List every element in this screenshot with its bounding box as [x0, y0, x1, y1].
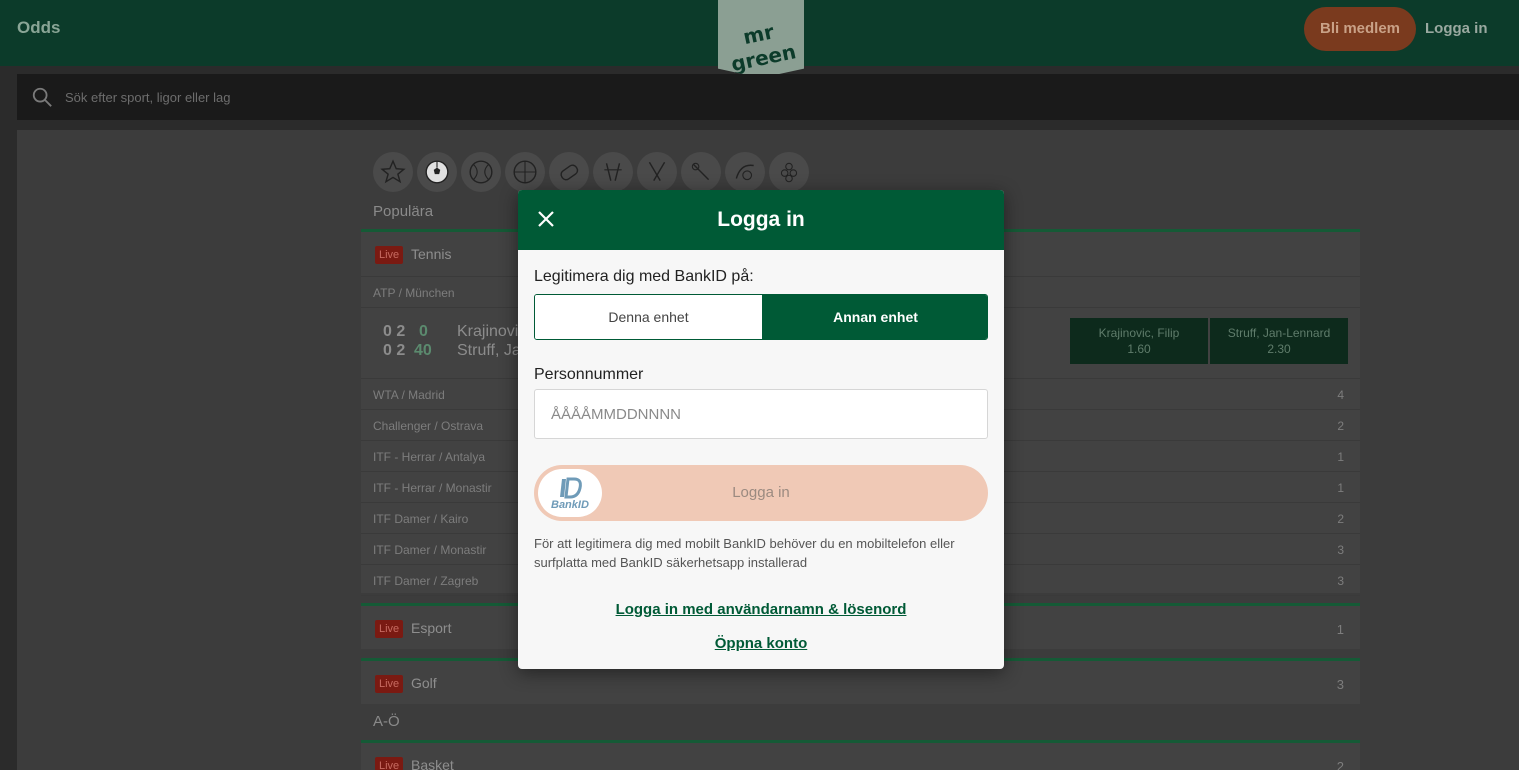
league-count: 3 [1337, 543, 1344, 557]
league-count: 2 [1337, 512, 1344, 526]
logo-text: mr green [728, 19, 799, 77]
header-login-link[interactable]: Logga in [1425, 20, 1488, 37]
league-count: 1 [1337, 450, 1344, 464]
football-icon[interactable] [417, 152, 457, 192]
basket-card[interactable]: Live Basket 2 [361, 740, 1360, 770]
league-label: Challenger / Ostrava [373, 419, 484, 433]
esport-count: 1 [1336, 622, 1344, 637]
volleyball-icon[interactable] [725, 152, 765, 192]
player1-name: Krajinovi [457, 323, 519, 340]
score-player1: 0 2 [383, 323, 406, 340]
az-heading: A-Ö [373, 713, 400, 730]
odds-button-player2[interactable]: Struff, Jan-Lennard 2.30 [1210, 318, 1348, 364]
star-icon[interactable] [373, 152, 413, 192]
bankid-label: Legitimera dig med BankID på: [534, 268, 754, 285]
basket-title: Basket [411, 757, 454, 770]
tennis-title: Tennis [411, 246, 452, 262]
other-device-button[interactable]: Annan enhet [762, 295, 987, 339]
golf-count: 3 [1336, 677, 1344, 692]
login-button[interactable]: BankID Logga in [534, 465, 988, 521]
league-label: ATP / München [373, 286, 455, 300]
live-badge: Live [375, 246, 404, 264]
login-modal: Logga in Legitimera dig med BankID på: D… [518, 190, 1004, 669]
golf-icon[interactable] [593, 152, 633, 192]
esport-icon[interactable] [549, 152, 589, 192]
search-bar [17, 74, 1519, 120]
odds-player-name: Krajinovic, Filip [1098, 326, 1180, 340]
basketball-icon[interactable] [505, 152, 545, 192]
open-account-link[interactable]: Öppna konto [518, 635, 1004, 652]
live-badge: Live [375, 757, 404, 770]
live-badge: Live [375, 620, 404, 638]
league-label: ITF Damer / Zagreb [373, 574, 479, 588]
odds-button-player1[interactable]: Krajinovic, Filip 1.60 [1070, 318, 1208, 364]
tennis-icon[interactable] [461, 152, 501, 192]
golf-title: Golf [411, 675, 437, 691]
esport-title: Esport [411, 620, 452, 636]
league-count: 1 [1337, 481, 1344, 495]
search-icon [32, 87, 52, 107]
league-count: 4 [1337, 388, 1344, 402]
login-userpass-link[interactable]: Logga in med användarnamn & lösenord [518, 601, 1004, 618]
player2-name: Struff, Ja [457, 342, 521, 359]
personnummer-input[interactable] [534, 389, 988, 439]
join-button[interactable]: Bli medlem [1304, 7, 1416, 51]
badminton-icon[interactable] [681, 152, 721, 192]
snooker-icon[interactable] [769, 152, 809, 192]
bankid-info-text: För att legitimera dig med mobilt BankID… [534, 536, 955, 570]
odds-value: 2.30 [1267, 342, 1291, 356]
score-player2: 0 2 [383, 342, 406, 359]
game-player1: 0 [419, 323, 428, 340]
basket-count: 2 [1336, 759, 1344, 770]
device-toggle: Denna enhet Annan enhet [534, 294, 988, 340]
mr-green-logo[interactable]: mr green [718, 0, 804, 78]
league-count: 2 [1337, 419, 1344, 433]
top-header: Odds mr green Bli medlem Logga in [0, 0, 1519, 78]
league-label: WTA / Madrid [373, 388, 445, 402]
popular-heading: Populära [373, 203, 434, 220]
search-input[interactable] [65, 74, 665, 120]
odds-player-name: Struff, Jan-Lennard [1227, 326, 1331, 340]
league-label: ITF - Herrar / Antalya [373, 450, 486, 464]
this-device-button[interactable]: Denna enhet [535, 295, 762, 339]
league-label: ITF - Herrar / Monastir [373, 481, 492, 495]
league-count: 3 [1337, 574, 1344, 588]
ice-hockey-icon[interactable] [637, 152, 677, 192]
personnummer-label: Personnummer [534, 366, 644, 383]
league-label: ITF Damer / Monastir [373, 543, 487, 557]
league-label: ITF Damer / Kairo [373, 512, 469, 526]
live-badge: Live [375, 675, 404, 693]
modal-title: Logga in [717, 208, 805, 231]
odds-value: 1.60 [1127, 342, 1151, 356]
modal-header: Logga in [518, 190, 1004, 250]
game-player2: 40 [414, 342, 432, 359]
login-button-label: Logga in [732, 484, 790, 501]
odds-link[interactable]: Odds [17, 18, 60, 38]
